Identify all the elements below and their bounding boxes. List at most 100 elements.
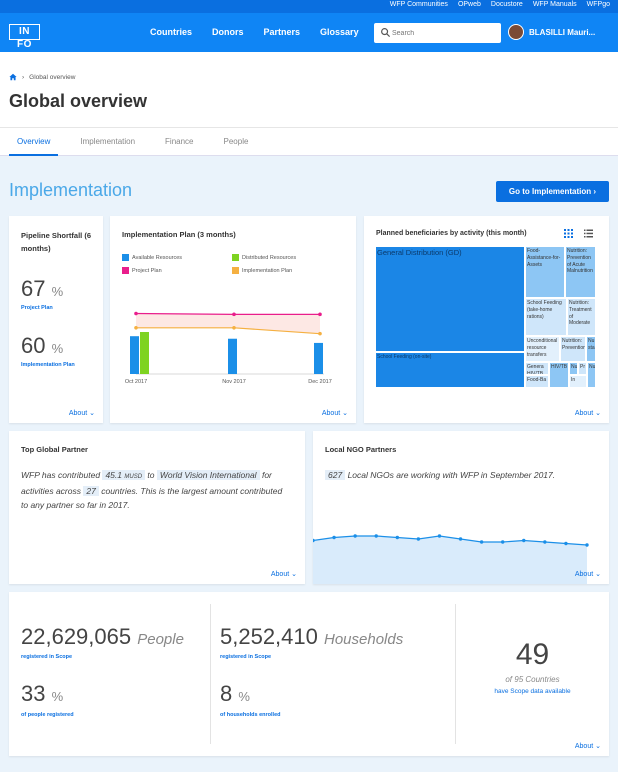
households-number: 5,252,410 (220, 624, 318, 649)
link-wfp-manuals[interactable]: WFP Manuals (533, 1, 577, 8)
treemap-cell[interactable]: School Feeding (on-site) (375, 352, 525, 388)
project-plan-label[interactable]: Project Plan (21, 305, 53, 311)
avatar (508, 24, 524, 40)
chevron-down-icon: ⌄ (291, 571, 297, 578)
implementation-plan-point (318, 331, 322, 336)
treemap-cell[interactable]: Food-Assistance-for-Assets (525, 246, 565, 298)
ngo-count: 627 (325, 470, 346, 480)
link-wfpgo[interactable]: WFPgo (587, 1, 610, 8)
ngo-title: Local NGO Partners (325, 445, 397, 454)
nav-partners[interactable]: Partners (264, 27, 301, 37)
about-link[interactable]: About ⌄ (271, 570, 297, 578)
countries-count: 49 (515, 638, 550, 671)
pipeline-value-1-number: 67 (21, 276, 46, 301)
pipeline-title: Pipeline Shortfall (6 months) (21, 231, 92, 253)
treemap-cell[interactable]: Unconditional resource transfers (525, 336, 560, 362)
about-label: About (574, 410, 594, 417)
treemap-cell[interactable]: Nu sta (586, 336, 596, 362)
divider (210, 604, 211, 744)
link-opweb[interactable]: OPweb (458, 1, 481, 8)
about-link[interactable]: About ⌄ (575, 570, 601, 578)
implementation-plan-point (134, 326, 138, 330)
households-count: 5,252,410 Households (220, 624, 403, 650)
ngo-trend-point (332, 535, 336, 540)
tab-implementation[interactable]: Implementation (72, 128, 143, 156)
page-header: › Global overview Global overview Overvi… (0, 52, 618, 156)
link-docustore[interactable]: Docustore (491, 1, 523, 8)
grid-view-icon[interactable] (564, 229, 573, 238)
about-link[interactable]: About ⌄ (69, 409, 95, 417)
project-plan-point (134, 311, 138, 316)
about-link[interactable]: About ⌄ (322, 409, 348, 417)
go-to-implementation-button[interactable]: Go to Implementation › (496, 181, 609, 202)
countries-count: 27 (83, 486, 99, 496)
ngo-trend-point (585, 543, 589, 547)
pipeline-value-2-number: 60 (21, 333, 46, 358)
ngo-trend-point (500, 540, 505, 544)
nav-glossary[interactable]: Glossary (320, 27, 359, 37)
implementation-chart: Oct 2017 Nov 2017 Dec 2017 (125, 311, 332, 385)
treemap-cell[interactable]: Pr (578, 362, 587, 375)
text-fragment: to (147, 470, 155, 480)
home-icon[interactable] (9, 73, 17, 81)
ngo-trend-point (437, 534, 442, 538)
beneficiaries-title: Planned beneficiaries by activity (this … (376, 230, 527, 237)
list-view-icon[interactable] (584, 229, 593, 238)
people-percent: 33 % (21, 681, 63, 707)
tab-bar: Overview Implementation Finance People (9, 128, 270, 156)
legend-implementation-plan: Implementation Plan (232, 267, 292, 274)
user-menu[interactable]: BLASILLI Mauri... (508, 24, 595, 40)
treemap-cell[interactable]: HIV/TB (549, 362, 569, 388)
x-tick-label: Oct 2017 (125, 379, 147, 385)
beneficiaries-card: Planned beneficiaries by activity (this … (364, 216, 609, 423)
tab-finance[interactable]: Finance (157, 128, 201, 156)
tab-people[interactable]: People (216, 128, 257, 156)
treemap-cell[interactable]: Nutrition: Treatment of Moderate (567, 298, 596, 336)
implementation-plan-label[interactable]: Implementation Plan (21, 362, 75, 368)
households-registered-label[interactable]: registered in Scope (220, 654, 271, 660)
text-fragment: WFP has contributed (21, 470, 101, 480)
ngo-trend-point (395, 535, 400, 540)
amount-unit: MUSD (124, 474, 143, 480)
implementation-plan-title: Implementation Plan (3 months) (122, 230, 236, 239)
search-input[interactable] (392, 26, 492, 40)
nav-countries[interactable]: Countries (150, 27, 192, 37)
percent-unit: % (51, 689, 64, 704)
tab-overview[interactable]: Overview (9, 128, 59, 156)
legend-available: Available Resources (122, 254, 182, 261)
about-label: About (270, 571, 290, 578)
treemap-cell[interactable]: Food-Ba (525, 375, 549, 388)
treemap-cell[interactable]: Nu (569, 362, 578, 375)
treemap-cell[interactable]: School Feeding (take-home rations) (525, 298, 567, 336)
top-partner-title: Top Global Partner (21, 445, 88, 454)
legend-project-plan: Project Plan (122, 267, 162, 274)
treemap-cell[interactable]: Nutrition: Prevention (560, 336, 586, 362)
treemap-cell[interactable]: General Distribution (GD) (375, 246, 525, 352)
households-percent: 8 % (220, 681, 250, 707)
ngo-card: Local NGO Partners 627 Local NGOs are wo… (313, 431, 609, 584)
about-link[interactable]: About ⌄ (575, 409, 601, 417)
people-registered-label[interactable]: registered in Scope (21, 654, 72, 660)
partner-name[interactable]: World Vision International (156, 470, 260, 480)
about-link[interactable]: About ⌄ (575, 742, 601, 750)
info-logo[interactable]: IN FO (9, 24, 40, 50)
ngo-text: 627 Local NGOs are working with WFP in S… (325, 468, 600, 482)
percent-unit: % (238, 689, 250, 704)
link-wfp-communities[interactable]: WFP Communities (390, 1, 448, 8)
go-button-label: Go to Implementation (508, 187, 592, 196)
people-pct-label[interactable]: of people registered (21, 712, 74, 718)
top-partner-card: Top Global Partner WFP has contributed 4… (9, 431, 305, 584)
nav-donors[interactable]: Donors (212, 27, 244, 37)
treemap-cell[interactable]: Nutrition: Prevention of Acute Malnutrit… (565, 246, 596, 298)
chevron-down-icon: ⌄ (595, 410, 601, 417)
breadcrumb: › Global overview (9, 73, 75, 81)
people-number: 22,629,065 (21, 624, 132, 649)
treemap-cell[interactable]: In (569, 375, 587, 388)
countries-of: of 95 Countries (505, 675, 560, 684)
treemap-cell[interactable]: Nu (587, 362, 596, 388)
treemap-cell[interactable]: Genera HIV/TB (525, 362, 549, 375)
households-pct-label[interactable]: of households enrolled (220, 712, 281, 718)
countries-scope-label[interactable]: have Scope data available (456, 688, 609, 695)
breadcrumb-current: Global overview (29, 73, 76, 81)
ngo-trend-point (543, 540, 547, 544)
